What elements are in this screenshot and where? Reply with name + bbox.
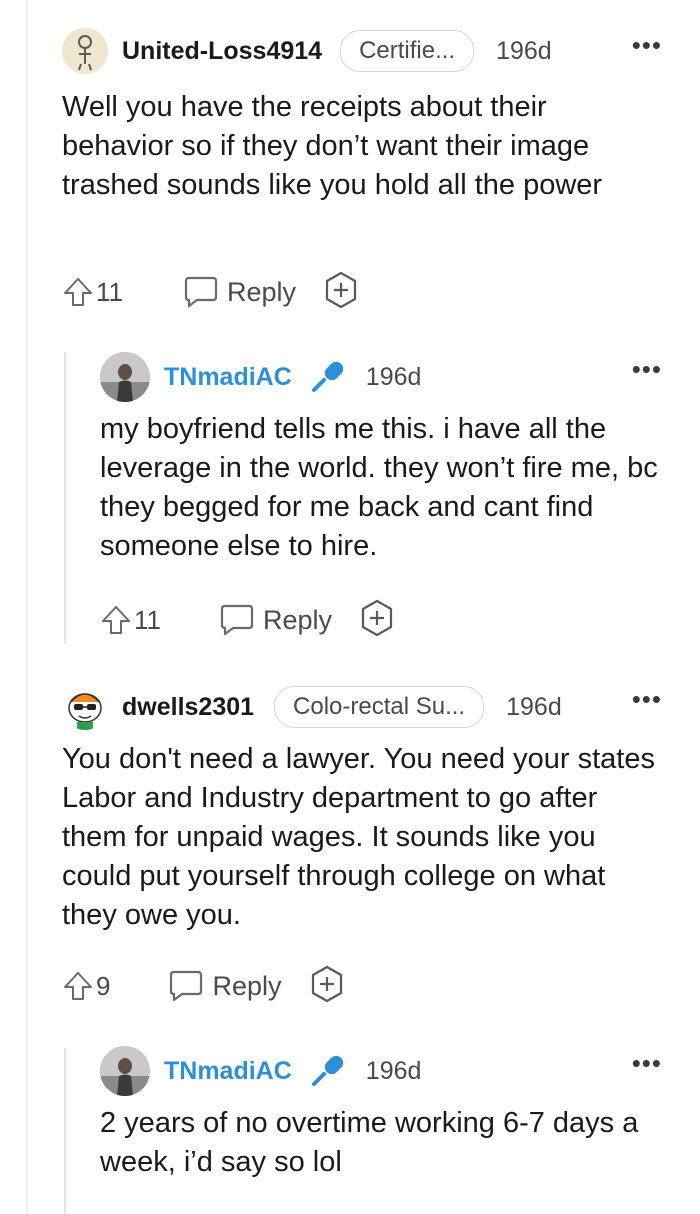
microphone-icon bbox=[311, 1055, 343, 1086]
upvote-button[interactable]: 11 bbox=[62, 276, 123, 308]
upvote-icon bbox=[64, 278, 92, 306]
more-icon[interactable]: ••• bbox=[632, 354, 662, 385]
reply-button[interactable]: Reply bbox=[219, 603, 332, 637]
reply-label: Reply bbox=[227, 276, 297, 307]
comment-body: Well you have the receipts about their b… bbox=[62, 91, 603, 201]
username[interactable]: United-Loss4914 bbox=[122, 37, 322, 66]
reply-bubble-icon bbox=[170, 970, 203, 1002]
reply-label: Reply bbox=[212, 970, 282, 1001]
comment-actions: 11 Reply bbox=[62, 271, 360, 314]
vote-count: 9 bbox=[96, 970, 111, 1001]
more-icon[interactable]: ••• bbox=[632, 684, 662, 715]
comment-age: 196d bbox=[506, 692, 562, 721]
user-flair: Certifie... bbox=[340, 30, 475, 72]
reply-button[interactable]: Reply bbox=[183, 275, 296, 309]
username[interactable]: dwells2301 bbox=[122, 693, 254, 722]
comment: dwells2301 Colo-rectal Su... 196d ••• Yo… bbox=[62, 684, 662, 935]
award-button[interactable] bbox=[358, 599, 396, 642]
reply-comment: TNmadiAC 196d ••• 2 years of no overtime… bbox=[100, 1046, 662, 1182]
comment-header: TNmadiAC 196d bbox=[100, 352, 662, 402]
comment-age: 196d bbox=[365, 1056, 422, 1085]
vote-count: 11 bbox=[96, 276, 123, 307]
comment-age: 196d bbox=[365, 362, 422, 391]
award-plus-icon bbox=[311, 965, 342, 1002]
microphone-icon bbox=[311, 361, 343, 392]
thread-line bbox=[26, 0, 28, 1214]
upvote-icon bbox=[64, 972, 92, 1000]
user-avatar[interactable] bbox=[62, 28, 108, 74]
comment-body: 2 years of no overtime working 6-7 days … bbox=[100, 1107, 639, 1178]
comment-header: dwells2301 Colo-rectal Su... 196d bbox=[62, 684, 662, 730]
comment-body: You don't need a lawyer. You need your s… bbox=[62, 743, 655, 931]
award-plus-icon bbox=[361, 599, 393, 636]
award-button[interactable] bbox=[322, 271, 360, 314]
more-icon[interactable]: ••• bbox=[632, 30, 662, 61]
award-button[interactable] bbox=[308, 965, 346, 1008]
comment-actions: 11 Reply bbox=[100, 599, 396, 642]
upvote-icon bbox=[102, 606, 130, 634]
comment: United-Loss4914 Certifie... 196d ••• Wel… bbox=[62, 28, 662, 205]
reply-bubble-icon bbox=[220, 604, 254, 636]
reply-thread-line bbox=[64, 352, 66, 644]
comment-age: 196d bbox=[496, 36, 552, 65]
award-plus-icon bbox=[325, 271, 357, 308]
user-avatar[interactable] bbox=[100, 1046, 150, 1096]
more-icon[interactable]: ••• bbox=[632, 1048, 662, 1079]
upvote-button[interactable]: 11 bbox=[100, 604, 161, 636]
username[interactable]: TNmadiAC bbox=[164, 1057, 292, 1086]
reply-bubble-icon bbox=[184, 276, 218, 308]
reply-comment: TNmadiAC 196d ••• my boyfriend tells me … bbox=[100, 352, 662, 566]
user-flair: Colo-rectal Su... bbox=[274, 686, 485, 728]
upvote-button[interactable]: 9 bbox=[62, 970, 110, 1002]
comment-header: United-Loss4914 Certifie... 196d bbox=[62, 28, 662, 74]
comment-body: my boyfriend tells me this. i have all t… bbox=[100, 413, 658, 562]
comment-header: TNmadiAC 196d bbox=[100, 1046, 662, 1096]
reply-thread-line bbox=[64, 1048, 66, 1214]
user-avatar[interactable] bbox=[100, 352, 150, 402]
username[interactable]: TNmadiAC bbox=[164, 363, 292, 392]
comment-actions: 9 Reply bbox=[62, 965, 346, 1008]
vote-count: 11 bbox=[134, 604, 161, 635]
user-avatar[interactable] bbox=[62, 684, 108, 730]
reply-label: Reply bbox=[263, 604, 333, 635]
reply-button[interactable]: Reply bbox=[168, 969, 282, 1003]
